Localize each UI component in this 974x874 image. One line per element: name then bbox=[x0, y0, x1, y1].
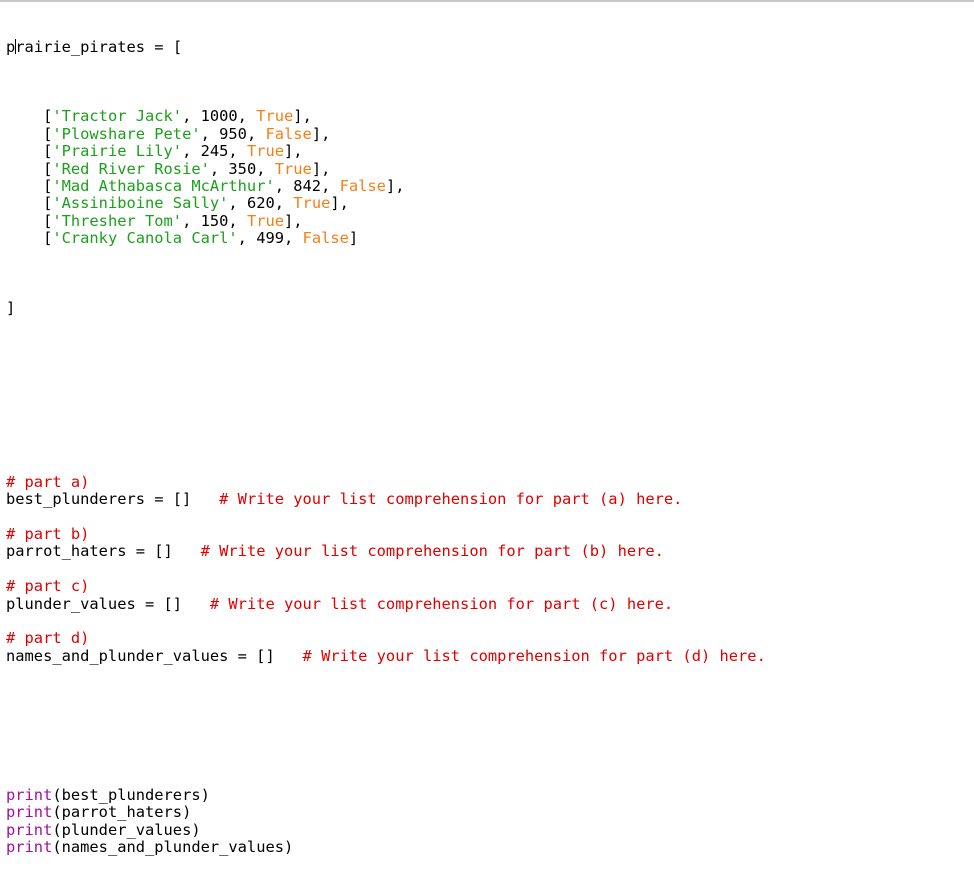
print-function: print bbox=[6, 838, 53, 857]
print-statement[interactable]: print(names_and_plunder_values) bbox=[6, 838, 766, 857]
close-bracket: ] bbox=[348, 229, 359, 248]
blank-line[interactable] bbox=[6, 665, 766, 682]
assignment: parrot_haters = [] bbox=[6, 542, 173, 561]
print-argument: (names_and_plunder_values) bbox=[52, 838, 294, 857]
close-bracket: ], bbox=[311, 124, 331, 143]
plunder-value: , 620, bbox=[228, 194, 294, 213]
blank-line[interactable] bbox=[6, 613, 766, 630]
open-bracket: [ bbox=[6, 107, 53, 126]
parrot-flag: True bbox=[274, 159, 312, 178]
print-function: print bbox=[6, 820, 53, 839]
caret-prefix: p bbox=[6, 37, 16, 56]
open-bracket: [ bbox=[6, 194, 53, 213]
pirate-name: 'Plowshare Pete' bbox=[52, 124, 201, 143]
parrot-flag: False bbox=[302, 229, 349, 248]
instruction-comment: # Write your list comprehension for part… bbox=[219, 490, 683, 509]
part-header[interactable]: # part b) bbox=[6, 524, 766, 543]
list-row[interactable]: ['Prairie Lily', 245, True], bbox=[6, 143, 766, 160]
print-statement[interactable]: print(parrot_haters) bbox=[6, 804, 766, 821]
close-bracket: ], bbox=[284, 142, 303, 161]
parrot-flag: True bbox=[246, 142, 285, 161]
print-function: print bbox=[6, 785, 53, 804]
open-bracket: [ bbox=[6, 176, 53, 195]
part-code[interactable]: best_plunderers = [] # Write your list c… bbox=[6, 490, 766, 509]
pirate-name: 'Red River Rosie' bbox=[52, 159, 210, 178]
print-function: print bbox=[6, 803, 53, 822]
print-statement[interactable]: print(best_plunderers) bbox=[6, 785, 766, 804]
spacing bbox=[173, 542, 201, 560]
plunder-value: , 842, bbox=[274, 176, 340, 195]
code-editor[interactable]: prairie_pirates = [ ['Tractor Jack', 100… bbox=[6, 4, 766, 874]
instruction-comment: # Write your list comprehension for part… bbox=[209, 594, 674, 613]
part-code[interactable]: parrot_haters = [] # Write your list com… bbox=[6, 543, 766, 560]
part-header[interactable]: # part d) bbox=[6, 630, 766, 647]
variable-name-rest: rairie_pirates bbox=[15, 37, 146, 56]
part-comment: # part a) bbox=[6, 472, 90, 491]
list-row[interactable]: ['Cranky Canola Carl', 499, False] bbox=[6, 229, 766, 248]
part-code[interactable]: plunder_values = [] # Write your list co… bbox=[6, 594, 766, 613]
part-code[interactable]: names_and_plunder_values = [] # Write yo… bbox=[6, 646, 766, 665]
list-row[interactable]: ['Red River Rosie', 350, True], bbox=[6, 159, 766, 178]
plunder-value: , 150, bbox=[182, 211, 247, 230]
list-row[interactable]: ['Tractor Jack', 1000, True], bbox=[6, 108, 766, 125]
plunder-value: , 245, bbox=[182, 142, 247, 161]
assignment: best_plunderers = [] bbox=[6, 490, 192, 509]
close-bracket: ], bbox=[293, 107, 312, 126]
spacing bbox=[191, 490, 219, 508]
list-row[interactable]: ['Thresher Tom', 150, True], bbox=[6, 211, 766, 230]
spacing bbox=[275, 647, 303, 665]
print-argument: (best_plunderers) bbox=[52, 785, 210, 804]
print-statement[interactable]: print(plunder_values) bbox=[6, 820, 766, 839]
part-header[interactable]: # part c) bbox=[6, 577, 766, 596]
close-bracket: ] bbox=[6, 298, 16, 317]
list-row[interactable]: ['Assiniboine Sally', 620, True], bbox=[6, 195, 766, 212]
open-bracket: [ bbox=[6, 142, 53, 161]
plunder-value: , 950, bbox=[200, 124, 266, 143]
blank-line[interactable] bbox=[6, 352, 766, 369]
open-bracket: [ bbox=[6, 211, 53, 230]
part-comment: # part b) bbox=[6, 524, 90, 543]
open-bracket: [ bbox=[6, 124, 53, 143]
assignment: names_and_plunder_values = [] bbox=[6, 646, 275, 665]
plunder-value: , 499, bbox=[237, 229, 303, 248]
blank-line[interactable] bbox=[6, 404, 766, 421]
blank-line[interactable] bbox=[6, 735, 766, 752]
list-row[interactable]: ['Mad Athabasca McArthur', 842, False], bbox=[6, 176, 766, 195]
list-row[interactable]: ['Plowshare Pete', 950, False], bbox=[6, 124, 766, 143]
instruction-comment: # Write your list comprehension for part… bbox=[200, 542, 664, 561]
plunder-value: , 350, bbox=[209, 159, 275, 178]
pirate-name: 'Tractor Jack' bbox=[52, 107, 183, 126]
part-comment: # part c) bbox=[6, 577, 90, 596]
assign-open: = [ bbox=[145, 37, 183, 56]
plunder-value: , 1000, bbox=[182, 107, 257, 126]
parrot-flag: True bbox=[256, 107, 294, 126]
part-header[interactable]: # part a) bbox=[6, 472, 766, 491]
window-top-border bbox=[0, 0, 974, 2]
close-bracket: ], bbox=[385, 176, 405, 195]
print-argument: (plunder_values) bbox=[52, 820, 201, 839]
pirate-name: 'Prairie Lily' bbox=[52, 142, 183, 161]
print-argument: (parrot_haters) bbox=[52, 803, 192, 822]
part-comment: # part d) bbox=[6, 629, 90, 648]
parrot-flag: False bbox=[265, 124, 312, 143]
blank-line[interactable] bbox=[6, 509, 766, 526]
blank-line[interactable] bbox=[6, 561, 766, 578]
parrot-flag: False bbox=[339, 176, 386, 195]
assignment: plunder_values = [] bbox=[6, 594, 183, 613]
parrot-flag: True bbox=[293, 194, 331, 213]
instruction-comment: # Write your list comprehension for part… bbox=[302, 646, 766, 665]
spacing bbox=[182, 595, 210, 613]
close-bracket: ], bbox=[330, 194, 349, 213]
code-line-close[interactable]: ] bbox=[6, 298, 766, 317]
parrot-flag: True bbox=[246, 211, 285, 230]
pirate-name: 'Cranky Canola Carl' bbox=[52, 229, 238, 248]
pirate-name: 'Thresher Tom' bbox=[52, 211, 183, 230]
pirate-name: 'Assiniboine Sally' bbox=[52, 194, 229, 213]
close-bracket: ], bbox=[284, 211, 303, 230]
pirate-name: 'Mad Athabasca McArthur' bbox=[52, 176, 275, 195]
open-bracket: [ bbox=[6, 229, 53, 248]
open-bracket: [ bbox=[6, 159, 53, 178]
code-line-declaration[interactable]: prairie_pirates = [ bbox=[6, 37, 766, 56]
close-bracket: ], bbox=[311, 159, 331, 178]
